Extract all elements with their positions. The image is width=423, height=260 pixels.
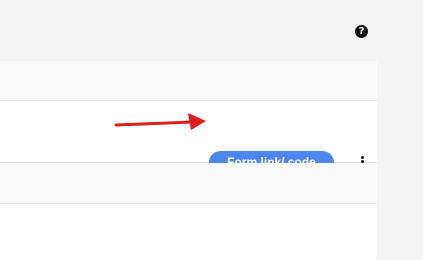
arrow-shaft <box>114 120 194 127</box>
content-panel: Form link/ code <box>0 61 377 260</box>
arrow-head <box>188 113 206 130</box>
red-arrow-annotation <box>114 113 206 130</box>
help-icon[interactable]: ? <box>355 25 368 38</box>
table-row <box>0 204 377 260</box>
table-row <box>0 163 377 204</box>
table-header-row <box>0 61 377 101</box>
